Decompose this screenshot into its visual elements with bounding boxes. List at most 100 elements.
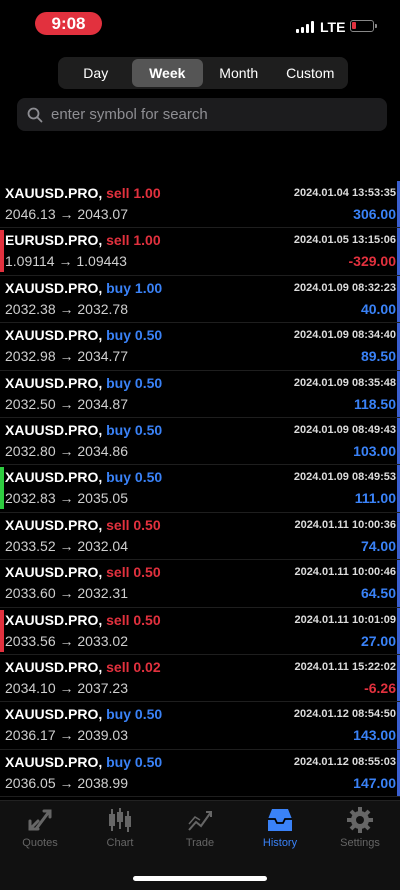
trade-title: XAUUSD.PRO, sell 0.50 (5, 564, 161, 580)
trade-close-price: 2034.86 (77, 442, 128, 459)
trade-profit: 89.50 (360, 348, 396, 365)
trade-prices: 2032.98 → 2034.77 (5, 348, 128, 364)
tab-label: Trade (185, 837, 215, 849)
trade-open-price: 2033.56 (5, 632, 56, 649)
trade-profit: 111.00 (354, 490, 396, 507)
period-selector: Day Week Month Custom (58, 57, 348, 89)
period-month[interactable]: Month (203, 59, 275, 87)
trade-close-price: 2034.87 (77, 395, 128, 412)
trade-row[interactable]: XAUUSD.PRO, buy 0.50 2032.83 → 2035.05 2… (0, 465, 400, 513)
trade-title: XAUUSD.PRO, sell 0.50 (5, 612, 161, 628)
status-time: 9:08 (35, 12, 102, 35)
trade-symbol: XAUUSD.PRO, (5, 185, 103, 201)
trade-symbol: XAUUSD.PRO, (5, 706, 103, 723)
home-indicator (133, 876, 267, 881)
tab-label: Chart (106, 837, 134, 849)
trade-open-price: 2036.05 (5, 774, 56, 791)
trade-side: buy 1.00 (106, 279, 163, 296)
trade-symbol: XAUUSD.PRO, (5, 421, 103, 438)
trade-side: sell 0.02 (106, 658, 161, 675)
trade-profit: 27.00 (360, 632, 396, 649)
trade-close-price: 2032.31 (77, 585, 128, 602)
trade-accent (0, 230, 4, 273)
trade-prices: 2034.10 → 2037.23 (5, 680, 128, 696)
trade-title: XAUUSD.PRO, sell 0.02 (5, 659, 161, 675)
trade-row[interactable]: XAUUSD.PRO, buy 0.50 2036.05 → 2038.99 2… (0, 749, 400, 798)
trade-side: buy 0.50 (106, 469, 163, 486)
trade-side: sell 0.50 (106, 611, 161, 628)
trade-row[interactable]: XAUUSD.PRO, sell 1.00 2046.13 → 2043.07 … (0, 181, 400, 229)
trade-side: buy 0.50 (106, 374, 163, 391)
trade-history-list: XAUUSD.PRO, sell 1.00 2046.13 → 2043.07 … (0, 181, 400, 798)
trade-accent (0, 467, 4, 510)
trade-title: XAUUSD.PRO, buy 0.50 (5, 706, 162, 722)
arrow-icon: → (58, 253, 73, 270)
trade-row[interactable]: XAUUSD.PRO, buy 0.50 2032.50 → 2034.87 2… (0, 370, 400, 418)
trade-prices: 2036.05 → 2038.99 (5, 775, 128, 791)
period-day[interactable]: Day (60, 59, 132, 87)
trade-side: buy 0.50 (106, 753, 163, 770)
trade-open-price: 2032.83 (5, 490, 56, 507)
trade-date: 2024.01.09 08:32:23 (293, 281, 396, 294)
trade-symbol: XAUUSD.PRO, (5, 753, 103, 770)
trade-side: sell 0.50 (106, 564, 161, 581)
tab-chart[interactable]: Chart (80, 807, 160, 849)
search-icon (27, 107, 43, 122)
history-icon (268, 809, 292, 831)
trade-symbol: XAUUSD.PRO, (5, 658, 103, 675)
trade-symbol: XAUUSD.PRO, (5, 327, 103, 344)
arrow-icon: → (59, 300, 74, 317)
trade-close-price: 1.09443 (76, 253, 127, 270)
trade-icon (188, 811, 212, 831)
trade-side: buy 0.50 (106, 706, 163, 723)
arrow-icon: → (59, 490, 74, 507)
status-bar: 9:08 LTE (0, 0, 400, 48)
trade-open-price: 2046.13 (5, 206, 56, 222)
tab-settings[interactable]: Settings (320, 807, 400, 849)
trade-date: 2024.01.04 13:53:35 (293, 187, 396, 199)
trade-row[interactable]: XAUUSD.PRO, buy 0.50 2036.17 → 2039.03 2… (0, 702, 400, 750)
trade-side: sell 1.00 (106, 232, 161, 249)
trade-row[interactable]: XAUUSD.PRO, sell 0.50 2033.56 → 2033.02 … (0, 607, 400, 655)
trade-close-price: 2033.02 (77, 632, 128, 649)
trade-symbol: XAUUSD.PRO, (5, 516, 103, 533)
trade-date: 2024.01.09 08:49:53 (293, 471, 396, 484)
trade-close-price: 2038.99 (77, 774, 128, 791)
trade-title: XAUUSD.PRO, buy 0.50 (5, 469, 162, 485)
trade-open-price: 2032.80 (5, 442, 56, 459)
trade-open-price: 2033.52 (5, 537, 56, 554)
trade-title: XAUUSD.PRO, buy 0.50 (5, 375, 162, 391)
trade-title: XAUUSD.PRO, sell 1.00 (5, 185, 161, 201)
trade-title: XAUUSD.PRO, buy 0.50 (5, 422, 162, 438)
trade-row[interactable]: XAUUSD.PRO, buy 1.00 2032.38 → 2032.78 2… (0, 275, 400, 324)
trade-row[interactable]: XAUUSD.PRO, sell 0.02 2034.10 → 2037.23 … (0, 654, 400, 703)
arrow-icon: → (59, 442, 74, 459)
arrow-icon: → (59, 679, 74, 696)
trade-row[interactable]: XAUUSD.PRO, sell 0.50 2033.60 → 2032.31 … (0, 560, 400, 608)
trade-title: XAUUSD.PRO, buy 0.50 (5, 327, 162, 343)
trade-profit: 147.00 (353, 774, 396, 791)
tab-history[interactable]: History (240, 807, 320, 849)
trade-prices: 2032.38 → 2032.78 (5, 301, 128, 317)
trade-date: 2024.01.12 08:55:03 (293, 755, 396, 768)
trade-row[interactable]: EURUSD.PRO, sell 1.00 1.09114 → 1.09443 … (0, 228, 400, 276)
trade-date: 2024.01.11 10:00:46 (294, 566, 396, 579)
quotes-icon (28, 809, 52, 831)
trade-row[interactable]: XAUUSD.PRO, sell 0.50 2033.52 → 2032.04 … (0, 512, 400, 561)
arrow-icon: → (59, 774, 74, 791)
search-input[interactable] (49, 105, 373, 124)
settings-icon (347, 807, 373, 833)
tab-quotes[interactable]: Quotes (0, 807, 80, 849)
period-custom[interactable]: Custom (275, 59, 347, 87)
trade-open-price: 2032.38 (5, 300, 56, 317)
trade-symbol: XAUUSD.PRO, (5, 564, 103, 581)
tab-trade[interactable]: Trade (160, 807, 240, 849)
trade-prices: 2033.60 → 2032.31 (5, 585, 128, 601)
arrow-icon: → (59, 537, 74, 554)
trade-date: 2024.01.11 15:22:02 (294, 660, 396, 673)
trade-profit: 143.00 (353, 727, 396, 744)
trade-open-price: 2036.17 (5, 727, 56, 744)
trade-row[interactable]: XAUUSD.PRO, buy 0.50 2032.98 → 2034.77 2… (0, 323, 400, 371)
trade-row[interactable]: XAUUSD.PRO, buy 0.50 2032.80 → 2034.86 2… (0, 417, 400, 466)
period-week[interactable]: Week (131, 59, 203, 87)
